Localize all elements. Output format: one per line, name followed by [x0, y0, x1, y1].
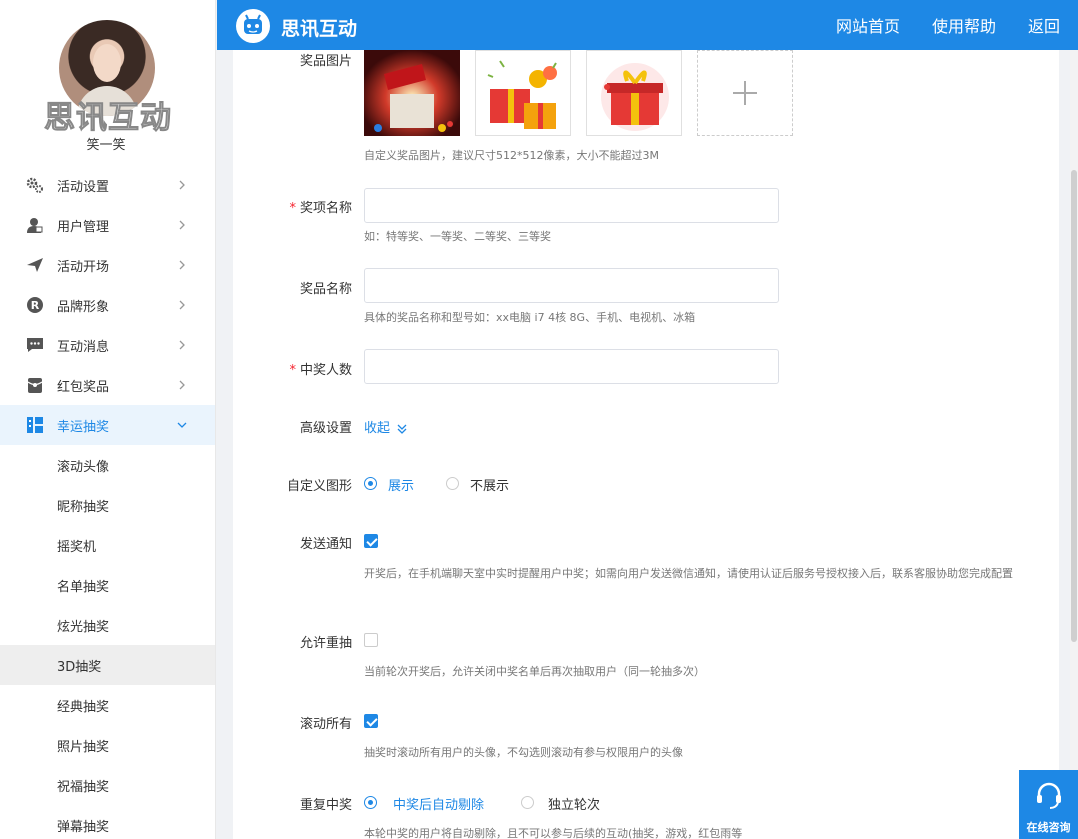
- menu-item-activity-opening[interactable]: 活动开场: [0, 245, 215, 285]
- submenu-item-selected[interactable]: 3D抽奖: [0, 645, 215, 685]
- custom-shape-hide-label[interactable]: 不展示: [470, 475, 509, 494]
- nav-help-link[interactable]: 使用帮助: [932, 13, 996, 37]
- chevron-right-icon: [179, 380, 185, 390]
- profile: 思讯互动 笑一笑: [0, 0, 215, 165]
- submenu-item[interactable]: 名单抽奖: [0, 565, 215, 605]
- scroll-all-hint: 抽奖时滚动所有用户的头像，不勾选则滚动有参与权限用户的头像: [364, 746, 683, 759]
- red-packet-icon: [25, 375, 45, 395]
- scroll-all-checkbox[interactable]: [364, 714, 378, 728]
- lottery-icon: [25, 415, 45, 435]
- menu-item-lucky-draw[interactable]: 幸运抽奖: [0, 405, 215, 445]
- gears-icon: [25, 175, 45, 195]
- svg-text:R: R: [31, 299, 40, 312]
- allow-redraw-hint: 当前轮次开奖后，允许关闭中奖名单后再次抽取用户（同一轮抽多次）: [364, 665, 705, 678]
- nav-home-link[interactable]: 网站首页: [836, 13, 900, 37]
- headset-icon: [1037, 782, 1061, 809]
- prize-name-label: 奖品名称: [299, 282, 352, 297]
- chat-icon: [25, 335, 45, 355]
- chevron-right-icon: [179, 260, 185, 270]
- nav-back-link[interactable]: 返回: [1028, 13, 1060, 37]
- send-notice-checkbox[interactable]: [364, 534, 378, 548]
- chevron-right-icon: [179, 180, 185, 190]
- custom-shape-label: 自定义图形: [286, 479, 352, 494]
- menu-item-brand-image[interactable]: R 品牌形象: [0, 285, 215, 325]
- repeat-win-independent-radio[interactable]: [521, 796, 534, 809]
- submenu-item[interactable]: 摇奖机: [0, 525, 215, 565]
- brand-overlay-text: 思讯互动: [44, 100, 172, 137]
- online-consult-button[interactable]: 在线咨询: [1019, 770, 1078, 839]
- custom-shape-show-radio[interactable]: [364, 477, 377, 490]
- chevron-down-icon: [177, 422, 187, 428]
- top-bar: 思讯互动 网站首页 使用帮助 返回: [217, 0, 1078, 50]
- award-name-label: * 奖项名称: [289, 201, 352, 216]
- chevron-right-icon: [179, 300, 185, 310]
- submenu-item[interactable]: 滚动头像: [0, 445, 215, 485]
- submenu-item[interactable]: 昵称抽奖: [0, 485, 215, 525]
- repeat-win-independent-label[interactable]: 独立轮次: [548, 794, 600, 813]
- menu-label: 红包奖品: [57, 379, 110, 395]
- send-notice-label: 发送通知: [299, 537, 352, 552]
- user-lock-icon: [25, 215, 45, 235]
- username: 笑一笑: [86, 138, 126, 153]
- add-image-button[interactable]: [697, 50, 793, 136]
- double-chevron-down-icon: [397, 424, 407, 434]
- custom-shape-show-label[interactable]: 展示: [388, 475, 414, 494]
- advanced-settings-label: 高级设置: [299, 421, 352, 436]
- plus-icon: [733, 81, 757, 105]
- menu-item-user-management[interactable]: 用户管理: [0, 205, 215, 245]
- allow-redraw-label: 允许重抽: [299, 636, 352, 651]
- award-name-input[interactable]: [364, 188, 779, 223]
- submenu-item[interactable]: 照片抽奖: [0, 725, 215, 765]
- header-nav: 网站首页 使用帮助 返回: [836, 0, 1078, 50]
- menu-label: 互动消息: [57, 339, 110, 355]
- send-notice-hint: 开奖后，在手机端聊天室中实时提醒用户中奖；如需向用户发送微信通知，请使用认证后服…: [364, 567, 1013, 580]
- winner-count-label: * 中奖人数: [289, 363, 352, 378]
- menu-label: 活动开场: [57, 259, 110, 275]
- chevron-right-icon: [179, 340, 185, 350]
- registered-icon: R: [25, 295, 45, 315]
- page-scrollbar[interactable]: [1070, 50, 1078, 839]
- scrollbar-thumb[interactable]: [1071, 170, 1077, 642]
- prize-image-hint: 自定义奖品图片，建议尺寸512*512像素，大小不能超过3M: [364, 149, 659, 162]
- award-name-hint: 如：特等奖、一等奖、二等奖、三等奖: [364, 230, 551, 243]
- prize-image-2[interactable]: [475, 50, 571, 136]
- submenu-item[interactable]: 祝福抽奖: [0, 765, 215, 805]
- prize-image-1[interactable]: [364, 50, 460, 136]
- menu-label: 幸运抽奖: [57, 419, 110, 435]
- menu-item-red-packet-prizes[interactable]: 红包奖品: [0, 365, 215, 405]
- submenu-item[interactable]: 弹幕抽奖: [0, 805, 215, 839]
- form-panel: 奖品图片 自定义奖品图片，建议尺寸512*512像素，大小不能超过3M * 奖项名…: [233, 50, 1059, 839]
- chevron-right-icon: [179, 220, 185, 230]
- sidebar: 思讯互动 笑一笑 活动设置 用户管理 活动开场 R 品牌形象 互动消息 红包奖品…: [0, 0, 216, 839]
- prize-name-input[interactable]: [364, 268, 779, 303]
- repeat-win-auto-remove-radio[interactable]: [364, 796, 377, 809]
- repeat-win-label: 重复中奖: [299, 798, 352, 813]
- prize-image-3[interactable]: [586, 50, 682, 136]
- menu-label: 品牌形象: [57, 299, 110, 315]
- allow-redraw-checkbox[interactable]: [364, 633, 378, 647]
- repeat-win-auto-remove-label[interactable]: 中奖后自动剔除: [393, 794, 484, 813]
- paper-plane-icon: [25, 255, 45, 275]
- menu-label: 用户管理: [57, 219, 110, 235]
- prize-image-label: 奖品图片: [299, 54, 352, 69]
- menu-label: 活动设置: [57, 179, 110, 195]
- menu-item-activity-settings[interactable]: 活动设置: [0, 165, 215, 205]
- online-consult-label: 在线咨询: [1026, 821, 1071, 834]
- advanced-toggle[interactable]: 收起: [364, 417, 408, 436]
- header-title: 思讯互动: [281, 18, 358, 40]
- submenu-item[interactable]: 炫光抽奖: [0, 605, 215, 645]
- scroll-all-label: 滚动所有: [299, 717, 352, 732]
- repeat-win-hint: 本轮中奖的用户将自动剔除，且不可以参与后续的互动(抽奖，游戏，红包雨等: [364, 827, 743, 839]
- winner-count-input[interactable]: [364, 349, 779, 384]
- custom-shape-hide-radio[interactable]: [446, 477, 459, 490]
- menu-item-interactive-messages[interactable]: 互动消息: [0, 325, 215, 365]
- submenu-item[interactable]: 经典抽奖: [0, 685, 215, 725]
- prize-name-hint: 具体的奖品名称和型号如：xx电脑 i7 4核 8G、手机、电视机、冰箱: [364, 311, 696, 324]
- robot-logo-icon: [236, 9, 270, 43]
